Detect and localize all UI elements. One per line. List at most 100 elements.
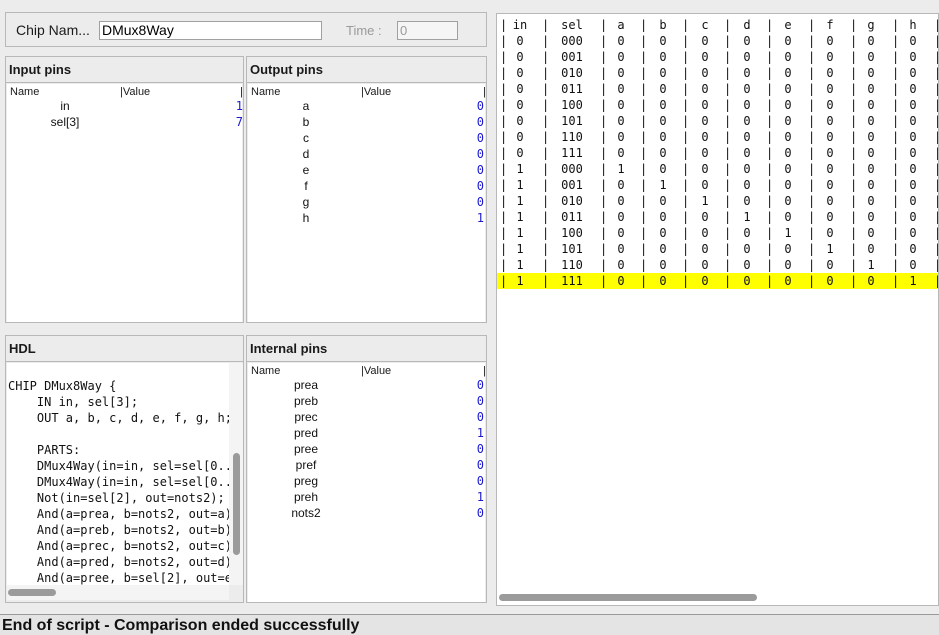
hdl-line: OUT a, b, c, d, e, f, g, h; [8, 411, 229, 425]
truth-table-cell: 0 [743, 258, 751, 272]
table-horizontal-scrollbar[interactable] [497, 590, 938, 605]
truth-table-row: |||||||||||101100010000 [497, 209, 938, 225]
truth-table-cell: 0 [909, 130, 917, 144]
hdl-line: CHIP DMux8Way { [8, 379, 117, 393]
internal-pins-table[interactable]: Name |Value | prea 0 preb 0 prec 0 pred 1 pree 0 p… [248, 363, 486, 602]
truth-table-cell: 0 [701, 146, 709, 160]
truth-table-cell: 0 [826, 130, 834, 144]
truth-table-cell: 0 [909, 34, 917, 48]
truth-table-cell: 0 [909, 258, 917, 272]
truth-table-cell: 0 [659, 258, 667, 272]
truth-table-cell: 0 [784, 242, 792, 256]
truth-table-cell: 111 [561, 146, 583, 160]
pin-value[interactable]: 0 [464, 131, 484, 145]
truth-table-panel[interactable]: |||||||||||inselabcdefgh|||||||||||00000… [496, 13, 939, 606]
truth-table-cell: g [867, 18, 875, 32]
truth-table-row: |||||||||||111100000001 [497, 273, 938, 289]
truth-table-row: |||||||||||100010000000 [497, 161, 938, 177]
truth-table-cell: 0 [909, 162, 917, 176]
truth-table-cell: 101 [561, 242, 583, 256]
truth-table-cell: 010 [561, 194, 583, 208]
truth-table-cell: 0 [867, 226, 875, 240]
pin-value[interactable]: 0 [464, 474, 484, 488]
truth-table-cell: 0 [701, 274, 709, 288]
truth-table-row: |||||||||||001000000000 [497, 65, 938, 81]
hdl-panel: HDL CHIP DMux8Way { IN in, sel[3]; OUT a… [5, 335, 244, 603]
pin-value[interactable]: 0 [464, 506, 484, 520]
pin-value[interactable]: 0 [464, 115, 484, 129]
pin-name: preb [293, 394, 319, 408]
truth-table-cell: 0 [784, 274, 792, 288]
truth-table-row: |||||||||||011100000000 [497, 145, 938, 161]
pin-value[interactable]: 1 [464, 426, 484, 440]
truth-table-cell: 0 [826, 82, 834, 96]
truth-table-cell: 0 [617, 66, 625, 80]
pin-value[interactable]: 0 [464, 179, 484, 193]
truth-table-row: |||||||||||101000100000 [497, 193, 938, 209]
pin-value[interactable]: 1 [223, 99, 243, 113]
hdl-vertical-scroll-thumb[interactable] [233, 453, 240, 555]
time-field[interactable]: 0 [397, 21, 458, 40]
truth-table-cell: 0 [784, 210, 792, 224]
truth-table-row: |||||||||||110100000100 [497, 241, 938, 257]
pin-name: nots2 [291, 506, 321, 520]
output-pins-table[interactable]: Name |Value | a0b0c0d0e0f0g0h1 [248, 84, 486, 322]
truth-table-cell: 0 [784, 114, 792, 128]
truth-table-cell: 0 [867, 34, 875, 48]
truth-table-cell: 0 [516, 114, 524, 128]
truth-table-cell: 0 [516, 50, 524, 64]
pin-name: in [60, 99, 70, 113]
truth-table-row: |||||||||||010000000000 [497, 97, 938, 113]
table-horizontal-scroll-thumb[interactable] [499, 594, 757, 601]
pin-value[interactable]: 0 [464, 195, 484, 209]
truth-table-cell: 0 [659, 82, 667, 96]
truth-table-cell: 0 [659, 130, 667, 144]
pin-value[interactable]: 0 [464, 163, 484, 177]
pin-name: preh [293, 490, 319, 504]
pin-value[interactable]: 0 [464, 99, 484, 113]
truth-table-cell: 0 [617, 194, 625, 208]
pin-value[interactable]: 0 [464, 458, 484, 472]
truth-table-cell: 0 [617, 274, 625, 288]
pin-value[interactable]: 1 [464, 211, 484, 225]
truth-table-cell: 0 [701, 258, 709, 272]
truth-table-cell: 001 [561, 50, 583, 64]
time-label: Time : [346, 23, 382, 38]
pin-value[interactable]: 0 [464, 394, 484, 408]
truth-table-cell: 0 [909, 194, 917, 208]
hdl-vertical-scrollbar[interactable] [229, 363, 243, 585]
pin-value[interactable]: 1 [464, 490, 484, 504]
truth-table-cell: 0 [659, 242, 667, 256]
pin-value[interactable]: 0 [464, 442, 484, 456]
truth-table-cell: 0 [617, 178, 625, 192]
truth-table-cell: 0 [701, 34, 709, 48]
hdl-horizontal-scrollbar[interactable] [7, 585, 229, 600]
truth-table-cell: 0 [701, 130, 709, 144]
hdl-line: And(a=pree, b=sel[2], out=e) [8, 571, 229, 585]
hdl-line: And(a=prec, b=nots2, out=c); [8, 539, 229, 553]
hdl-line: And(a=prea, b=nots2, out=a); [8, 507, 229, 521]
truth-table-cell: 0 [743, 194, 751, 208]
truth-table-cell: 0 [784, 98, 792, 112]
pin-value[interactable]: 0 [464, 378, 484, 392]
truth-table-cell: 1 [516, 210, 524, 224]
input-pins-table[interactable]: Name |Value | in 1 sel[3] 7 [7, 84, 243, 322]
truth-table-cell: 0 [516, 66, 524, 80]
pin-value[interactable]: 0 [464, 410, 484, 424]
truth-table-cell: 0 [909, 82, 917, 96]
hdl-horizontal-scroll-thumb[interactable] [8, 589, 56, 596]
truth-table-cell: 0 [743, 114, 751, 128]
truth-table-cell: 1 [516, 194, 524, 208]
chip-name-field[interactable]: DMux8Way [99, 21, 322, 40]
truth-table-cell: 1 [617, 162, 625, 176]
pin-value[interactable]: 7 [223, 115, 243, 129]
truth-table-cell: 0 [743, 50, 751, 64]
truth-table-cell: 010 [561, 66, 583, 80]
hdl-editor[interactable]: CHIP DMux8Way { IN in, sel[3]; OUT a, b,… [7, 363, 229, 585]
pin-name: pred [293, 426, 319, 440]
truth-table-cell: 0 [743, 226, 751, 240]
pin-value[interactable]: 0 [464, 147, 484, 161]
truth-table-cell: f [826, 18, 834, 32]
truth-table-cell: 0 [826, 34, 834, 48]
truth-table-cell: 110 [561, 130, 583, 144]
